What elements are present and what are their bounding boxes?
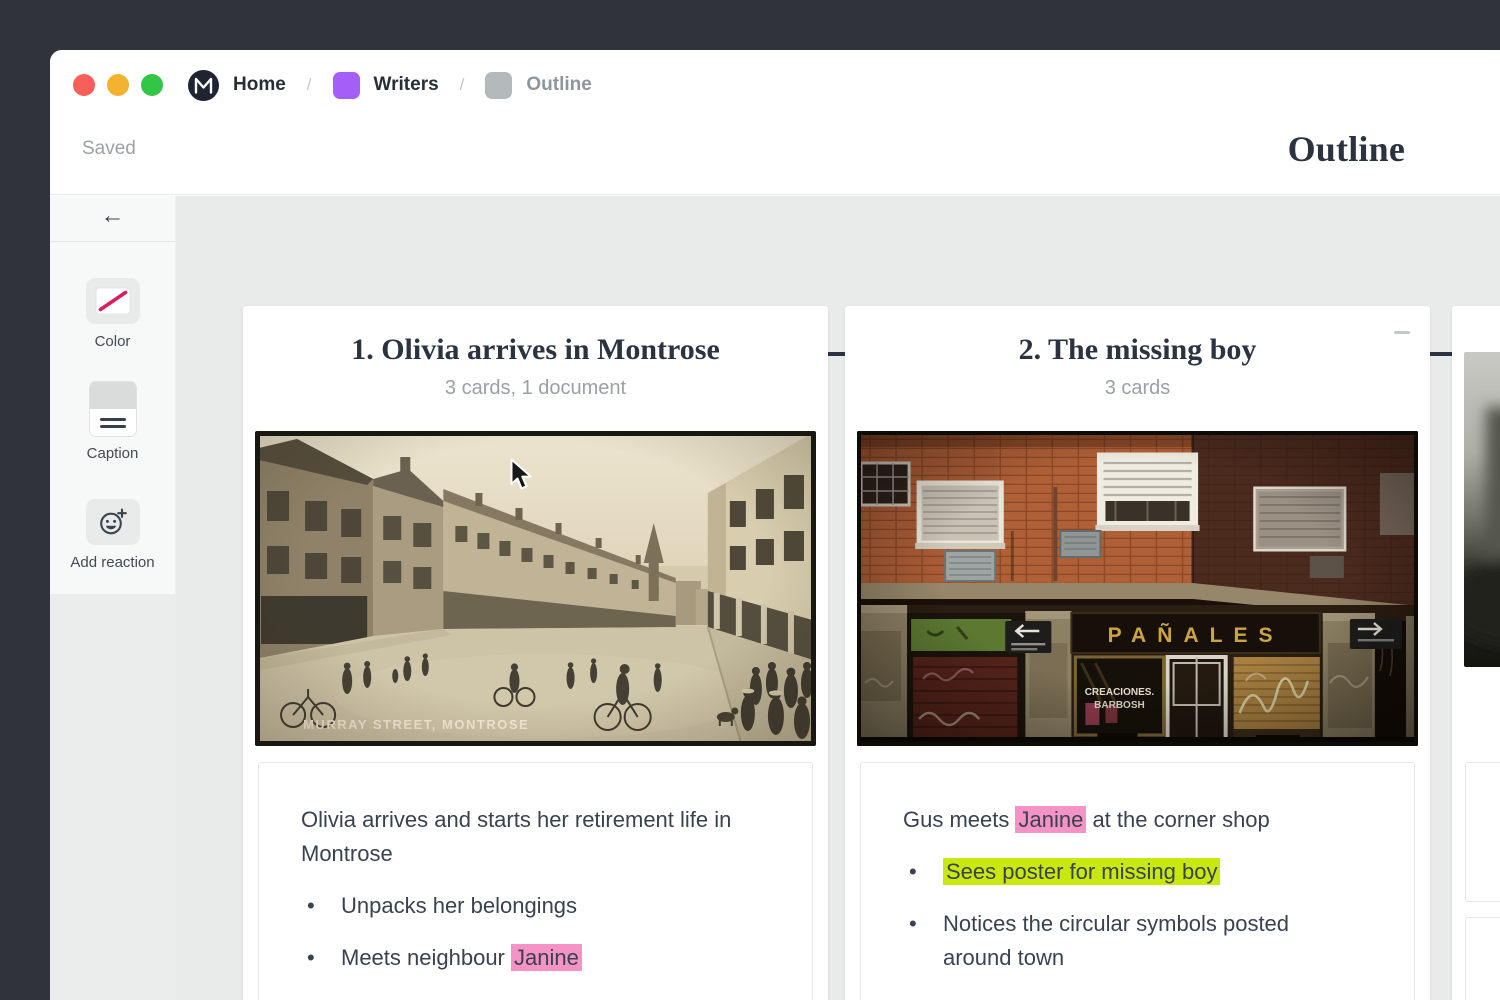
partial-photo [1464, 352, 1500, 667]
breadcrumb-separator: / [460, 75, 465, 95]
note-paragraph: Olivia arrives and starts her retirement… [301, 803, 759, 871]
note-bullet-list: Sees poster for missing boy Notices the … [903, 855, 1361, 975]
note-bullet: Notices the circular symbols posted arou… [903, 907, 1361, 975]
tool-label-caption: Caption [50, 445, 175, 462]
save-status: Saved [82, 138, 136, 160]
connector-line [826, 352, 847, 356]
note-paragraph: Gus meets Janine at the corner shop [903, 803, 1361, 837]
image-card-montrose[interactable]: MURRAY STREET, MONTROSE [255, 431, 816, 746]
minimize-window-button[interactable] [107, 74, 129, 96]
add-reaction-button[interactable] [86, 499, 140, 545]
note-card-partial[interactable] [1465, 917, 1500, 1000]
column-card-2[interactable]: 2. The missing boy 3 cards [845, 306, 1430, 1000]
note-bullet: Unpacks her belongings [301, 889, 759, 923]
traffic-lights [73, 74, 163, 96]
board-canvas[interactable]: 1. Olivia arrives in Montrose 3 cards, 1… [176, 196, 1500, 1000]
tool-label-color: Color [50, 333, 175, 350]
tool-panel: ← Color [50, 196, 176, 594]
breadcrumb-writers-label: Writers [374, 74, 439, 96]
column-card-1[interactable]: 1. Olivia arrives in Montrose 3 cards, 1… [243, 306, 828, 1000]
caption-tool-button[interactable] [90, 382, 136, 436]
column-subtitle: 3 cards, 1 document [243, 374, 828, 402]
highlight-pink: Janine [511, 944, 582, 971]
board-icon-gray [485, 72, 512, 99]
column-title[interactable]: 2. The missing boy [845, 330, 1430, 370]
column-header [1452, 306, 1500, 330]
highlight-green: Sees poster for missing boy [943, 858, 1220, 885]
breadcrumb-home-label: Home [233, 74, 286, 96]
close-window-button[interactable] [73, 74, 95, 96]
column-header: 1. Olivia arrives in Montrose 3 cards, 1… [243, 306, 828, 402]
column-title[interactable]: 1. Olivia arrives in Montrose [243, 330, 828, 370]
tool-label-add-reaction: Add reaction [50, 554, 175, 571]
column-header: 2. The missing boy 3 cards [845, 306, 1430, 402]
tool-caption: Caption [50, 382, 175, 462]
back-button[interactable]: ← [50, 202, 175, 230]
tool-add-reaction: Add reaction [50, 499, 175, 571]
image-card-corner-shop[interactable]: PAÑALES CREACIONES. BARBOSH [857, 431, 1418, 746]
breadcrumb-writers[interactable]: Writers [333, 72, 439, 99]
caption-icon [90, 382, 136, 436]
board-icon-purple [333, 72, 360, 99]
note-bullet-list: Unpacks her belongings Meets neighbour J… [301, 889, 759, 975]
app-window: Home / Writers / Outline Saved Outline ← [50, 50, 1500, 1000]
tool-color: Color [50, 278, 175, 350]
milanote-logo-icon [188, 70, 219, 101]
breadcrumb-separator: / [307, 75, 312, 95]
note-bullet: Meets neighbour Janine [301, 941, 759, 975]
breadcrumb: Home / Writers / Outline [188, 67, 592, 103]
divider [50, 241, 175, 242]
note-card-partial[interactable] [1465, 762, 1500, 902]
page-title[interactable]: Outline [1288, 128, 1405, 170]
toolbar-sidebar: ← Color [50, 196, 176, 1000]
highlight-pink: Janine [1015, 806, 1086, 833]
collapse-column-button[interactable] [1394, 331, 1410, 334]
breadcrumb-outline[interactable]: Outline [485, 72, 591, 99]
breadcrumb-outline-label: Outline [526, 74, 591, 96]
main-area: ← Color [50, 196, 1500, 1000]
column-card-3[interactable] [1452, 306, 1500, 1000]
zoom-window-button[interactable] [141, 74, 163, 96]
connector-line [1428, 352, 1454, 356]
corner-shop-photo: PAÑALES CREACIONES. BARBOSH [857, 431, 1418, 746]
note-bullet: Sees poster for missing boy [903, 855, 1361, 889]
image-card-partial[interactable] [1464, 352, 1500, 667]
color-swatch-icon [95, 287, 131, 315]
note-card-gus[interactable]: Gus meets Janine at the corner shop Sees… [860, 762, 1415, 1000]
color-tool-button[interactable] [86, 278, 140, 324]
column-subtitle: 3 cards [845, 374, 1430, 402]
montrose-street-photo: MURRAY STREET, MONTROSE [255, 431, 816, 746]
breadcrumb-home[interactable]: Home [188, 70, 286, 101]
window-header: Home / Writers / Outline Saved Outline [50, 50, 1500, 195]
note-card-olivia[interactable]: Olivia arrives and starts her retirement… [258, 762, 813, 1000]
smiley-plus-icon [98, 507, 128, 537]
